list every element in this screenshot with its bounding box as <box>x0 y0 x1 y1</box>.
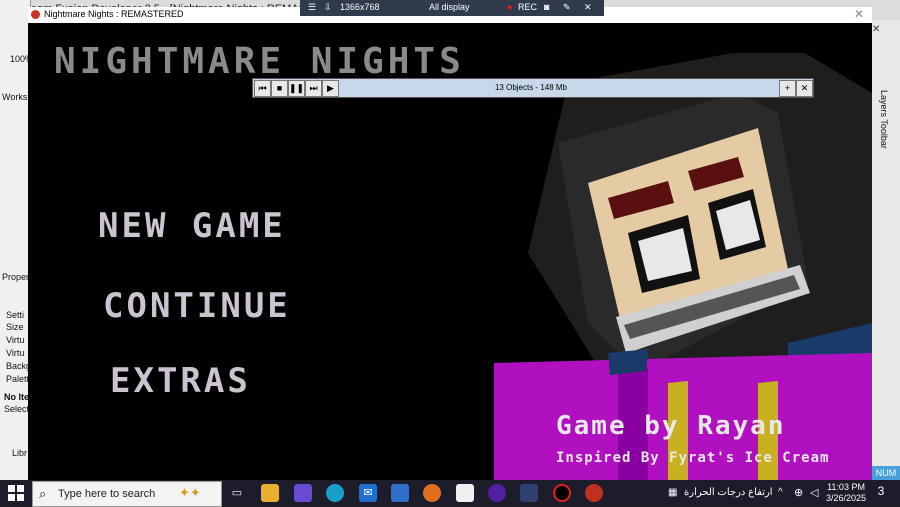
prop-item[interactable]: Palett <box>6 374 29 384</box>
search-placeholder: Type here to search <box>58 488 156 500</box>
taskbar-search[interactable]: ⌕ Type here to search ✦✦ <box>32 481 222 507</box>
library-label: Libr <box>12 448 28 458</box>
close-icon[interactable]: ✕ <box>584 2 592 13</box>
game-window-title: Nightmare Nights : REMASTERED <box>44 9 184 19</box>
prop-item[interactable]: Size <box>6 322 24 332</box>
copilot-icon[interactable] <box>294 484 312 502</box>
debugger-status: 13 Objects - 148 Mb <box>494 83 568 92</box>
weather-text[interactable]: ارتفاع درجات الحرارة <box>684 487 773 498</box>
clickteam-icon[interactable] <box>488 484 506 502</box>
app-icon[interactable] <box>520 484 538 502</box>
record-icon[interactable]: ● <box>507 2 512 12</box>
credit-subtext: Inspired By Fyrat's Ice Cream <box>556 450 830 466</box>
blender-icon[interactable] <box>423 484 441 502</box>
properties-label: Proper <box>2 272 30 282</box>
taskbar: ⌕ Type here to search ✦✦ ▭ ✉ ▦ ارتفاع در… <box>0 480 900 507</box>
app-icon <box>31 10 40 19</box>
prop-item[interactable]: Virtu <box>6 348 24 358</box>
play-icon[interactable]: ▶ <box>322 80 339 97</box>
date-text: 3/26/2025 <box>826 493 867 503</box>
credit-text: Game by Rayan <box>556 411 786 441</box>
volume-icon[interactable]: ◁ <box>810 486 818 499</box>
prop-item[interactable]: Setti <box>6 310 24 320</box>
search-icon: ⌕ <box>39 486 47 501</box>
debugger-toolbar: ⏮ ■ ❚❚ ⏭ ▶ 13 Objects - 148 Mb + ✕ <box>252 78 814 98</box>
rewind-icon[interactable]: ⏮ <box>254 80 271 97</box>
file-explorer-icon[interactable] <box>261 484 279 502</box>
time-text: 11:03 PM <box>827 482 865 492</box>
stop-icon[interactable]: ■ <box>271 80 288 97</box>
add-button[interactable]: + <box>779 80 796 97</box>
chevron-up-icon[interactable]: ^ <box>778 487 783 498</box>
close-icon[interactable]: ✕ <box>854 7 864 21</box>
recorder-icon[interactable] <box>553 484 571 502</box>
file-icon[interactable] <box>456 484 474 502</box>
game-app-icon[interactable] <box>585 484 603 502</box>
resolution-label[interactable]: 1366x768 <box>340 2 380 12</box>
recorder-bar: ☰ ⇩ 1366x768 All display ● REC ◙ ✎ ✕ <box>300 0 604 16</box>
no-item-label: No Ite <box>4 392 30 402</box>
task-view-icon[interactable]: ▭ <box>228 484 246 502</box>
layers-toolbar-label[interactable]: Layers Toolbar <box>879 90 889 149</box>
notification-icon[interactable]: 3 <box>872 484 890 502</box>
weather-icon: ▦ <box>668 487 678 498</box>
pin-icon[interactable]: ⇩ <box>324 2 332 13</box>
num-lock-indicator: NUM <box>872 466 900 480</box>
continue-button[interactable]: CONTINUE <box>103 286 291 326</box>
game-title: NIGHTMARE NIGHTS <box>54 41 465 82</box>
display-label[interactable]: All display <box>429 2 470 12</box>
new-game-button[interactable]: NEW GAME <box>98 206 286 246</box>
pencil-icon[interactable]: ✎ <box>563 2 571 13</box>
select-label: Select <box>4 404 30 414</box>
pause-icon[interactable]: ❚❚ <box>288 80 305 97</box>
camera-icon[interactable]: ◙ <box>544 2 549 12</box>
mail-icon[interactable]: ✉ <box>359 484 377 502</box>
extras-button[interactable]: EXTRAS <box>110 361 251 401</box>
menu-icon[interactable]: ☰ <box>308 2 316 13</box>
editor-right-panel: ✕ <box>872 20 900 480</box>
close-button[interactable]: ✕ <box>796 80 813 97</box>
prop-item[interactable]: Virtu <box>6 335 24 345</box>
step-icon[interactable]: ⏭ <box>305 80 322 97</box>
windows-start-icon[interactable] <box>8 485 24 501</box>
globe-icon[interactable]: ⊕ <box>794 486 803 499</box>
sparkle-icon: ✦✦ <box>179 485 201 500</box>
edge-icon[interactable] <box>326 484 344 502</box>
editor-left-panel: 100% Worksp Proper Setti Size Virtu Virt… <box>0 0 33 480</box>
rec-label[interactable]: REC <box>518 2 537 12</box>
clock[interactable]: 11:03 PM 3/26/2025 <box>826 482 866 504</box>
store-icon[interactable] <box>391 484 409 502</box>
close-icon[interactable]: ✕ <box>872 24 880 35</box>
